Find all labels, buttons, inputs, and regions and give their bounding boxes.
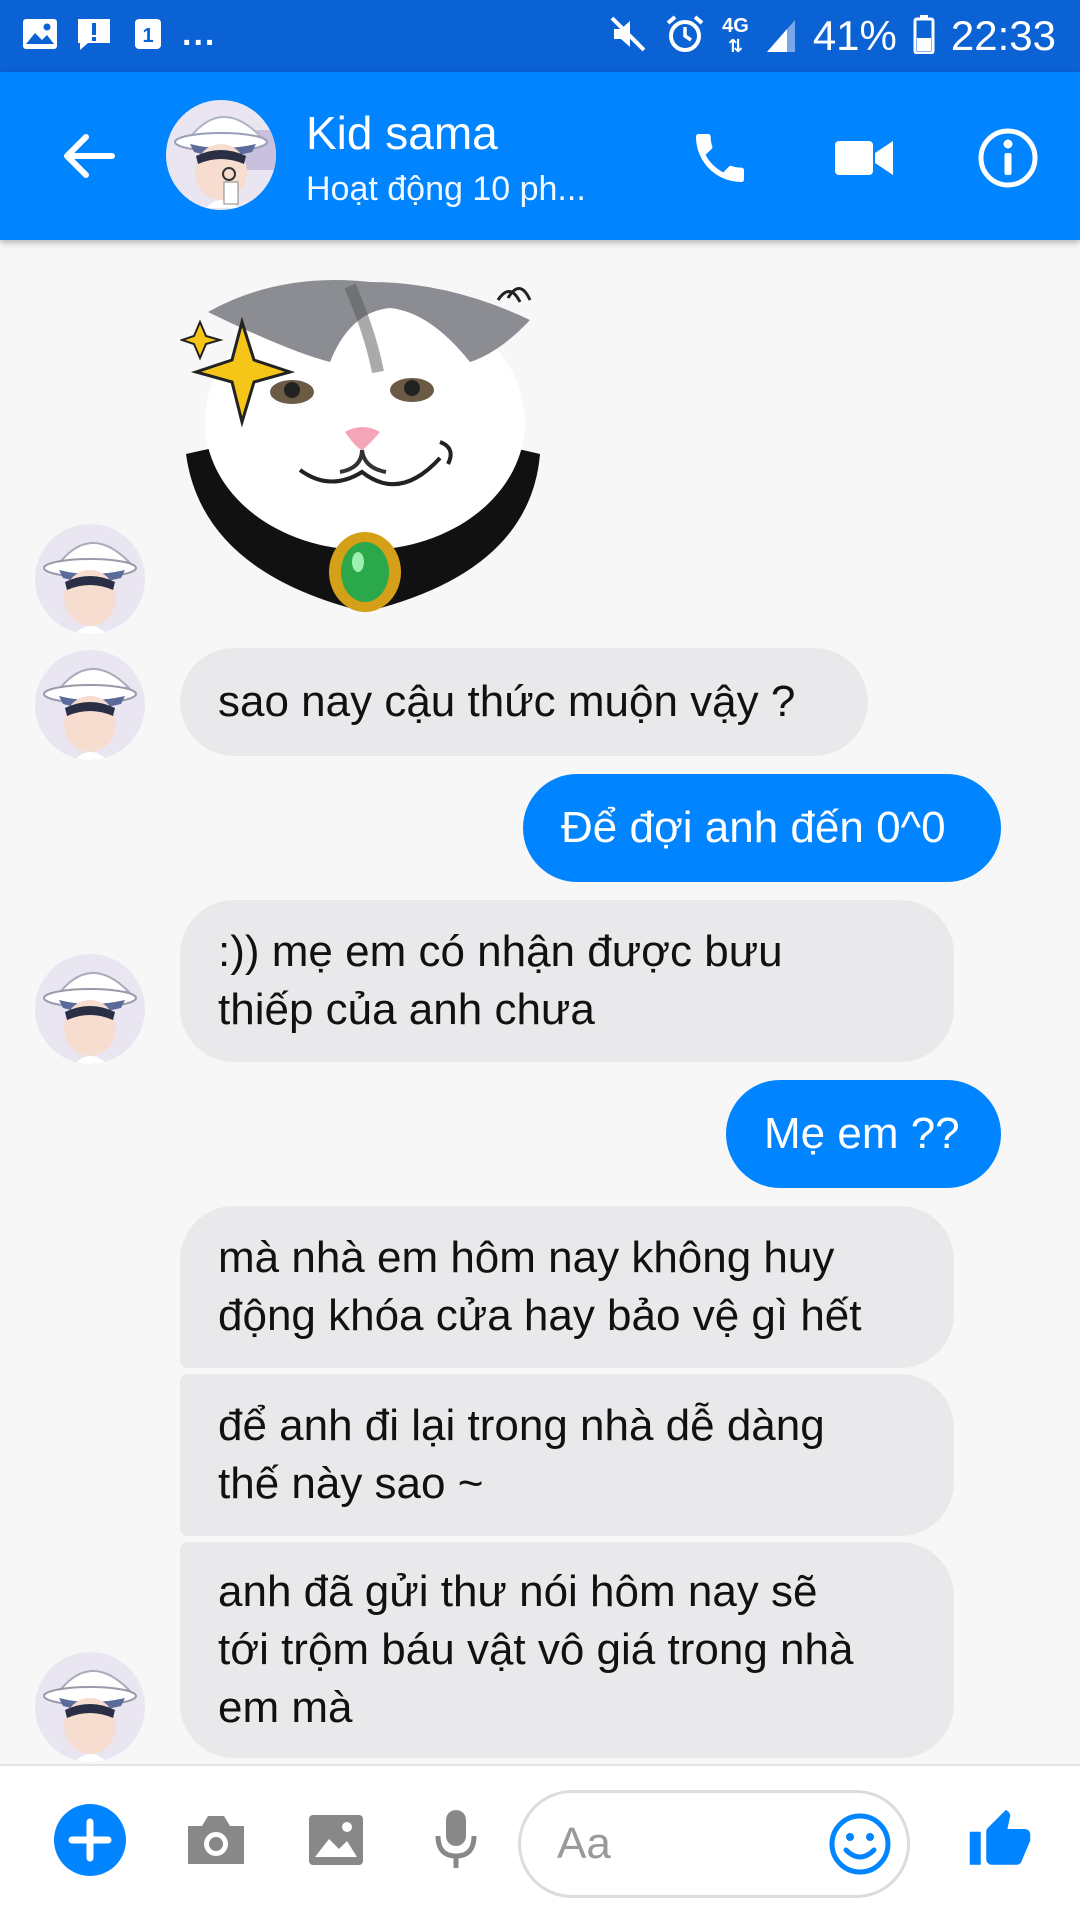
like-button[interactable] xyxy=(960,1800,1040,1880)
clock: 22:33 xyxy=(950,12,1056,59)
video-camera-icon xyxy=(835,141,893,175)
camera-icon xyxy=(188,1816,244,1864)
message-text: mà nhà em hôm nay không huy xyxy=(218,1233,835,1282)
one-icon: 1 xyxy=(128,14,168,54)
battery-icon xyxy=(913,14,935,59)
message-text: tới trộm báu vật vô giá trong nhà xyxy=(218,1625,854,1674)
call-button[interactable] xyxy=(682,120,758,196)
info-button[interactable] xyxy=(970,120,1046,196)
microphone-icon xyxy=(435,1810,477,1868)
message-bubble-incoming[interactable]: anh đã gửi thư nói hôm nay sẽ tới trộm b… xyxy=(180,1542,954,1758)
alert-icon xyxy=(74,14,114,54)
message-text: thế này sao ~ xyxy=(218,1459,484,1508)
message-text: để anh đi lại trong nhà dễ dàng xyxy=(218,1401,825,1450)
sender-avatar[interactable] xyxy=(35,650,145,760)
emoji-button[interactable] xyxy=(822,1806,898,1882)
message-text: thiếp của anh chưa xyxy=(218,985,595,1034)
sender-avatar[interactable] xyxy=(35,524,145,634)
message-bubble-outgoing[interactable]: Mẹ em ?? xyxy=(726,1080,1001,1188)
status-bar: 1 ... 4G ⇅ 41% 22:33 xyxy=(0,0,1080,72)
sender-avatar[interactable] xyxy=(35,954,145,1064)
network-type: 4G ⇅ xyxy=(722,15,749,56)
camera-button[interactable] xyxy=(176,1800,256,1880)
sender-avatar[interactable] xyxy=(35,1652,145,1762)
message-bubble-outgoing[interactable]: Để đợi anh đến 0^0 xyxy=(523,774,1001,882)
message-bubble-incoming[interactable]: sao nay cậu thức muộn vậy ? xyxy=(180,648,868,756)
phone-icon xyxy=(696,134,744,182)
back-button[interactable] xyxy=(52,120,124,192)
message-text: anh đã gửi thư nói hôm nay sẽ xyxy=(218,1567,818,1616)
alarm-icon xyxy=(664,13,706,60)
gallery-icon xyxy=(20,14,60,54)
message-bubble-incoming[interactable]: :)) mẹ em có nhận được bưu thiếp của anh… xyxy=(180,900,954,1062)
activity-status: Hoạt động 10 ph... xyxy=(306,170,586,208)
plus-circle-icon xyxy=(54,1804,126,1876)
message-text: Mẹ em ?? xyxy=(764,1109,960,1158)
video-call-button[interactable] xyxy=(826,120,902,196)
cat-sticker[interactable] xyxy=(178,272,550,632)
message-bubble-incoming[interactable]: để anh đi lại trong nhà dễ dàng thế này … xyxy=(180,1374,954,1536)
smiley-icon xyxy=(829,1813,891,1875)
arrow-left-icon xyxy=(64,134,115,178)
contact-avatar[interactable] xyxy=(166,100,276,210)
conversation-header: Kid sama Hoạt động 10 ph... xyxy=(0,72,1080,240)
composer-bar xyxy=(0,1764,1080,1922)
battery-percent: 41% xyxy=(812,12,897,59)
message-text: em mà xyxy=(218,1683,353,1732)
message-text: sao nay cậu thức muộn vậy ? xyxy=(218,677,796,726)
contact-name[interactable]: Kid sama xyxy=(306,106,498,160)
svg-text:1: 1 xyxy=(142,25,153,47)
mute-icon xyxy=(608,14,648,59)
thumbs-up-icon xyxy=(969,1809,1031,1865)
gallery-button[interactable] xyxy=(296,1800,376,1880)
message-bubble-incoming[interactable]: mà nhà em hôm nay không huy động khóa cử… xyxy=(180,1206,954,1368)
signal-icon xyxy=(765,14,797,59)
voice-button[interactable] xyxy=(416,1800,496,1880)
message-text: động khóa cửa hay bảo vệ gì hết xyxy=(218,1291,862,1340)
more-actions-button[interactable] xyxy=(50,1800,130,1880)
more-notifications: ... xyxy=(182,15,217,53)
message-text: :)) mẹ em có nhận được bưu xyxy=(218,927,783,976)
network-label: 4G xyxy=(722,15,749,37)
message-text: Để đợi anh đến 0^0 xyxy=(561,803,946,852)
info-icon xyxy=(978,128,1038,188)
image-icon xyxy=(309,1815,363,1865)
